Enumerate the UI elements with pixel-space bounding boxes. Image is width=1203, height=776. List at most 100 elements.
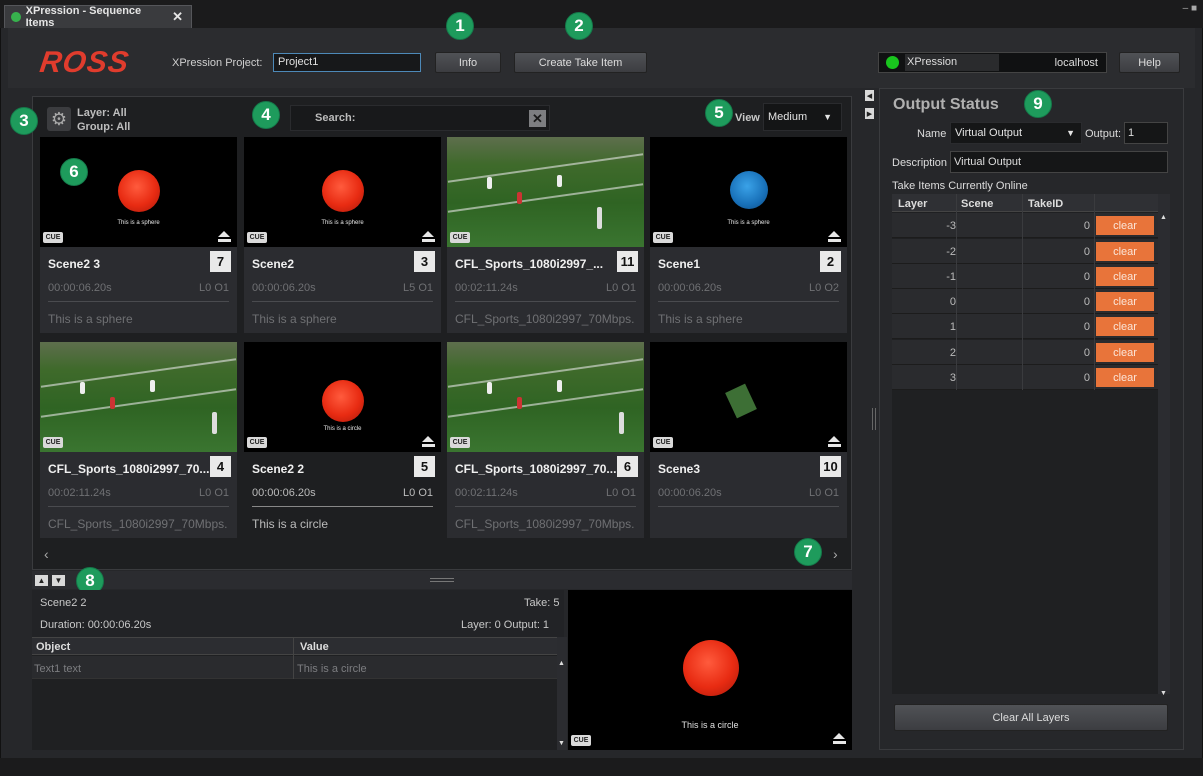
eject-icon[interactable] [828, 231, 841, 242]
clear-button[interactable]: clear [1096, 292, 1154, 311]
help-button[interactable]: Help [1119, 52, 1180, 73]
card-layer-output: L5 O1 [403, 282, 433, 294]
card-progress-bar [455, 301, 636, 302]
vertical-grip-icon[interactable] [872, 408, 876, 430]
table-row: 1 0 clear [892, 314, 1158, 339]
description-label: Description [892, 157, 948, 169]
clear-search-icon[interactable]: ✕ [529, 110, 546, 127]
window-controls[interactable]: – ■ [1183, 3, 1197, 14]
card-take-number: 2 [820, 251, 841, 272]
take-item-card-selected[interactable]: This is a circle CUE Scene2 2 5 00:00:06… [244, 342, 441, 538]
column-header-layer[interactable]: Layer [898, 198, 927, 210]
next-page-icon[interactable]: › [833, 546, 838, 562]
eject-icon[interactable] [828, 436, 841, 447]
field-line [447, 388, 644, 418]
row-object-cell: Text1 text [34, 663, 82, 675]
card-name: CFL_Sports_1080i2997_... [455, 257, 604, 271]
clear-button[interactable]: clear [1096, 242, 1154, 261]
field-line [447, 358, 644, 388]
scroll-up-icon[interactable]: ▲ [558, 660, 565, 667]
table-header [892, 194, 1158, 212]
callout-badge-4: 4 [252, 101, 280, 129]
eject-icon[interactable] [218, 231, 231, 242]
cue-badge: CUE [247, 232, 267, 243]
card-description: CFL_Sports_1080i2997_70Mbps... [48, 517, 228, 531]
card-duration: 00:00:06.20s [48, 282, 112, 294]
row-value-cell[interactable]: This is a circle [297, 663, 367, 675]
card-name: Scene2 3 [48, 257, 101, 271]
thumb-caption: This is a sphere [727, 220, 770, 226]
clear-button[interactable]: clear [1096, 368, 1154, 387]
take-item-card[interactable]: This is a sphere CUE Scene2 3 00:00:06.2… [244, 137, 441, 333]
table-row[interactable] [32, 656, 558, 679]
search-input[interactable]: Search: [290, 105, 550, 131]
view-size-select[interactable]: Medium ▼ [763, 103, 842, 131]
scroll-down-icon[interactable]: ▼ [1160, 690, 1167, 697]
take-item-card[interactable]: CUE CFL_Sports_1080i2997_70... 4 00:02:1… [40, 342, 237, 538]
card-progress-bar [48, 301, 229, 302]
takeid-cell: 0 [1083, 321, 1090, 333]
status-dot-icon [11, 12, 21, 22]
callout-badge-5: 5 [705, 99, 733, 127]
card-description: This is a sphere [252, 312, 337, 326]
eject-icon[interactable] [422, 436, 435, 447]
eject-icon[interactable] [833, 733, 846, 744]
description-input[interactable]: Virtual Output [950, 151, 1168, 173]
clear-button[interactable]: clear [1096, 343, 1154, 362]
card-name: Scene2 2 [252, 462, 305, 476]
card-progress-bar [658, 301, 839, 302]
callout-badge-6: 6 [60, 158, 88, 186]
expand-down-icon[interactable]: ▼ [52, 575, 65, 586]
column-divider [1022, 194, 1023, 390]
clear-button[interactable]: clear [1096, 216, 1154, 235]
tab-title: XPression - Sequence Items [25, 5, 142, 29]
column-header-takeid[interactable]: TakeID [1028, 198, 1063, 210]
green-plane-graphic [725, 383, 757, 419]
splitter-grip-icon[interactable] [430, 578, 454, 582]
layer-group-filter[interactable]: Layer: All Group: All [77, 106, 130, 134]
card-name: Scene3 [658, 462, 701, 476]
take-item-card[interactable]: CUE Scene3 10 00:00:06.20s L0 O1 [650, 342, 847, 538]
scroll-down-icon[interactable]: ▼ [558, 740, 565, 747]
cue-badge: CUE [653, 437, 673, 448]
card-take-number: 3 [414, 251, 435, 272]
column-header-scene[interactable]: Scene [961, 198, 993, 210]
clear-all-layers-button[interactable]: Clear All Layers [894, 704, 1168, 731]
collapse-up-icon[interactable]: ▲ [35, 575, 48, 586]
take-item-card[interactable]: CUE CFL_Sports_1080i2997_... 11 00:02:11… [447, 137, 644, 333]
tab-close-icon[interactable]: ✕ [172, 9, 183, 25]
card-thumbnail: This is a sphere CUE [40, 137, 237, 247]
collapse-left-icon[interactable]: ◀ [865, 90, 874, 101]
clear-button[interactable]: clear [1096, 267, 1154, 286]
detail-scrollbar[interactable] [557, 637, 567, 750]
clear-button[interactable]: clear [1096, 317, 1154, 336]
output-number-input[interactable]: 1 [1124, 122, 1168, 144]
view-size-value: Medium [768, 111, 808, 123]
detail-scene-name: Scene2 2 [40, 597, 87, 609]
previous-page-icon[interactable]: ‹ [44, 546, 49, 562]
eject-icon[interactable] [422, 231, 435, 242]
status-bar [0, 758, 1203, 776]
column-header-value[interactable]: Value [300, 641, 329, 653]
output-name-select[interactable]: Virtual Output ▼ [950, 122, 1082, 144]
take-item-card[interactable]: CUE CFL_Sports_1080i2997_70... 6 00:02:1… [447, 342, 644, 538]
create-take-item-button[interactable]: Create Take Item [514, 52, 647, 73]
cue-badge: CUE [450, 437, 470, 448]
expand-right-icon[interactable]: ▶ [865, 108, 874, 119]
gear-icon[interactable]: ⚙ [47, 107, 71, 131]
card-name: Scene2 [252, 257, 295, 271]
take-item-card[interactable]: This is a sphere CUE Scene1 2 00:00:06.2… [650, 137, 847, 333]
column-header-object[interactable]: Object [36, 641, 70, 653]
project-input[interactable]: Project1 [273, 53, 421, 72]
column-divider [1094, 194, 1095, 390]
card-description: CFL_Sports_1080i2997_70Mbps... [455, 312, 635, 326]
callout-badge-9: 9 [1024, 90, 1052, 118]
online-table-scrollbar[interactable] [1158, 194, 1170, 694]
player-figure [487, 177, 492, 189]
card-progress-bar [252, 301, 433, 302]
card-take-number: 11 [617, 251, 638, 272]
card-progress-bar [658, 506, 839, 507]
window-tab[interactable]: XPression - Sequence Items ✕ [4, 5, 192, 29]
info-button[interactable]: Info [435, 52, 501, 73]
scroll-up-icon[interactable]: ▲ [1160, 214, 1167, 221]
